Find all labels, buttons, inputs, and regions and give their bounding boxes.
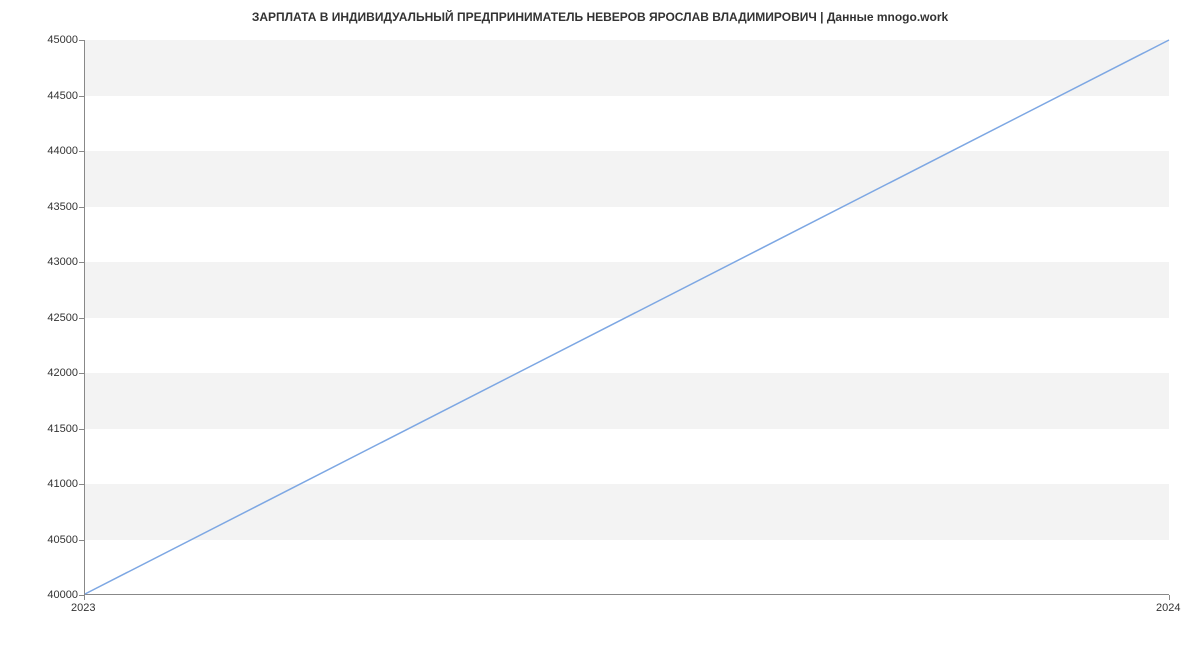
y-tick-mark bbox=[79, 540, 84, 541]
y-tick-label: 44500 bbox=[18, 90, 78, 102]
y-tick-label: 42500 bbox=[18, 312, 78, 324]
chart-title: ЗАРПЛАТА В ИНДИВИДУАЛЬНЫЙ ПРЕДПРИНИМАТЕЛ… bbox=[0, 10, 1200, 24]
y-tick-label: 41000 bbox=[18, 478, 78, 490]
line-series bbox=[85, 40, 1169, 594]
y-tick-mark bbox=[79, 40, 84, 41]
plot-area bbox=[84, 40, 1169, 595]
y-tick-mark bbox=[79, 484, 84, 485]
y-tick-mark bbox=[79, 262, 84, 263]
y-tick-label: 40000 bbox=[18, 589, 78, 601]
y-tick-label: 44000 bbox=[18, 145, 78, 157]
y-tick-mark bbox=[79, 151, 84, 152]
y-tick-label: 43500 bbox=[18, 201, 78, 213]
y-tick-mark bbox=[79, 373, 84, 374]
x-tick-mark bbox=[1169, 595, 1170, 600]
y-tick-mark bbox=[79, 96, 84, 97]
x-tick-mark bbox=[84, 595, 85, 600]
data-line bbox=[85, 40, 1169, 594]
y-tick-label: 42000 bbox=[18, 367, 78, 379]
y-tick-label: 43000 bbox=[18, 256, 78, 268]
x-tick-label: 2023 bbox=[71, 602, 95, 614]
y-tick-mark bbox=[79, 207, 84, 208]
y-tick-label: 40500 bbox=[18, 534, 78, 546]
y-tick-label: 41500 bbox=[18, 423, 78, 435]
x-tick-label: 2024 bbox=[1156, 602, 1180, 614]
y-tick-mark bbox=[79, 318, 84, 319]
y-tick-mark bbox=[79, 429, 84, 430]
y-tick-label: 45000 bbox=[18, 34, 78, 46]
